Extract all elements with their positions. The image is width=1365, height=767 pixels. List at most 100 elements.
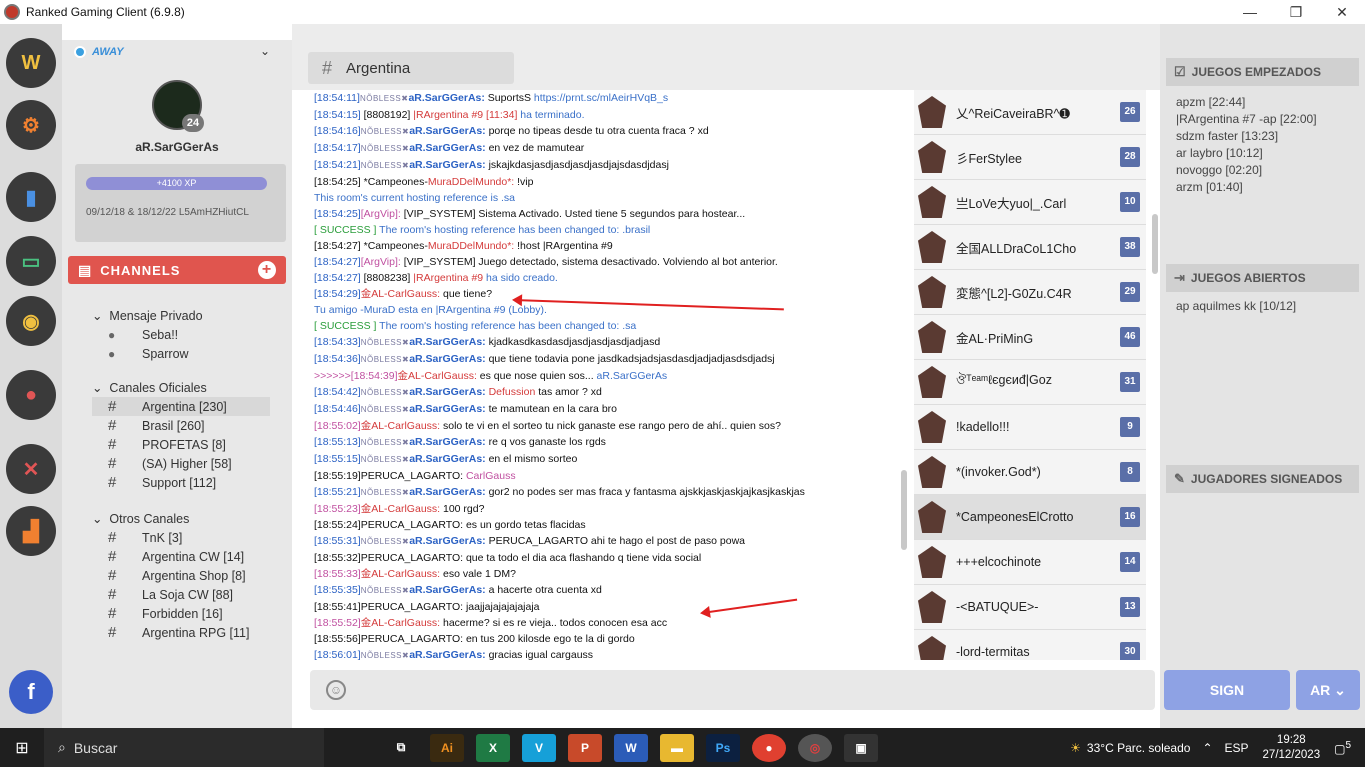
sign-button[interactable]: SIGN	[1164, 670, 1290, 710]
language-button[interactable]: AR ⌄	[1296, 670, 1360, 710]
warcraft-icon[interactable]: ▣	[844, 733, 878, 762]
user-row[interactable]: 乂^ReiCaveiraBR^➊ 26	[914, 90, 1146, 135]
chat-line: [18:54:11]NÕBLESS✖aR.SarGGerAs: SuportsS…	[310, 90, 906, 107]
user-row[interactable]: -lord-termitas 30	[914, 630, 1146, 660]
coins-icon[interactable]: ◉	[6, 296, 56, 346]
user-row[interactable]: *(invoker.God*) 8	[914, 450, 1146, 495]
private-item[interactable]: ● Sparrow	[92, 344, 203, 363]
channel-item[interactable]: # (SA) Higher [58]	[92, 454, 270, 473]
channel-item[interactable]: # Argentina Shop [8]	[92, 566, 249, 585]
user-row[interactable]: !kadello!!! 9	[914, 405, 1146, 450]
chevron-down-icon[interactable]: ⌄	[260, 44, 270, 58]
channel-item[interactable]: # TnK [3]	[92, 528, 249, 547]
maximize-button[interactable]: ❐	[1273, 0, 1319, 24]
input-language[interactable]: ESP	[1225, 741, 1249, 755]
chat-line: [18:54:25] *Campeones-MuraDDelMundo*: !v…	[310, 174, 906, 190]
windows-start-icon[interactable]: ⊞	[0, 728, 44, 767]
ranked-gaming-icon[interactable]: ◎	[798, 733, 832, 762]
status-selector[interactable]: AWAY	[74, 46, 124, 58]
user-list-scrollbar[interactable]	[1152, 214, 1158, 274]
channel-item[interactable]: # PROFETAS [8]	[92, 435, 270, 454]
user-row[interactable]: *CampeonesElCrotto 16	[914, 495, 1146, 540]
chat-line: [18:55:41]PERUCA_LAGARTO: jaajjajajajaja…	[310, 599, 906, 615]
channel-item[interactable]: # Argentina CW [14]	[92, 547, 249, 566]
folder-icon[interactable]: ▬	[660, 733, 694, 762]
chat-text: [8808192]	[360, 109, 414, 121]
group-official[interactable]: ⌄ Canales Oficiales	[92, 380, 270, 395]
chat-highlight: CarlGauss	[465, 470, 516, 482]
add-channel-button[interactable]: +	[258, 261, 276, 279]
game-item[interactable]: novoggo [02:20]	[1176, 162, 1317, 179]
vegas-icon[interactable]: V	[522, 733, 556, 762]
channel-item[interactable]: # Argentina RPG [11]	[92, 623, 249, 642]
channels-header[interactable]: ▤ CHANNELS +	[68, 256, 286, 284]
chat-scrollbar[interactable]	[901, 470, 907, 550]
user-row[interactable]: 亗LoVe大yuo|_.Carl 10	[914, 180, 1146, 225]
user-row[interactable]: -<BATUQUE>- 13	[914, 585, 1146, 630]
settings-icon[interactable]: ⚙	[6, 100, 56, 150]
console-icon[interactable]: ▭	[6, 236, 56, 286]
facebook-icon[interactable]: f	[9, 670, 53, 714]
chat-log[interactable]: [18:54:11]NÕBLESS✖aR.SarGGerAs: SuportsS…	[310, 90, 906, 660]
channel-item[interactable]: # Forbidden [16]	[92, 604, 249, 623]
user-row[interactable]: 全国ALLDraCoL1Cho 38	[914, 225, 1146, 270]
games-started-title: JUEGOS EMPEZADOS	[1191, 65, 1322, 79]
games-open-header[interactable]: ⇥ JUEGOS ABIERTOS	[1166, 264, 1359, 292]
word-icon[interactable]: W	[614, 733, 648, 762]
game-item[interactable]: |RArgentina #7 -ap [22:00]	[1176, 111, 1317, 128]
room-tab[interactable]: # Argentina	[308, 52, 514, 84]
game-item[interactable]: sdzm faster [13:23]	[1176, 128, 1317, 145]
channel-item[interactable]: # Argentina [230]	[92, 397, 270, 416]
close-button[interactable]: ✕	[1319, 0, 1365, 24]
photoshop-icon[interactable]: Ps	[706, 733, 740, 762]
chat-timestamp: [18:54:25]	[314, 176, 361, 188]
chat-line: [18:55:52]金AL-CarlGauss: hacerme? si es …	[310, 615, 906, 631]
clock[interactable]: 19:28 27/12/2023	[1263, 733, 1321, 763]
signed-players-title: JUGADORES SIGNEADOS	[1190, 472, 1343, 486]
user-row[interactable]: 変態^[L2]-G0Zu.C4R 29	[914, 270, 1146, 315]
signed-players-header[interactable]: ✎ JUGADORES SIGNEADOS	[1166, 465, 1359, 493]
game-item[interactable]: ap aquilmes kk [10/12]	[1176, 298, 1296, 315]
user-row[interactable]: 彡FerStylee 28	[914, 135, 1146, 180]
friends-icon[interactable]: ●	[6, 370, 56, 420]
swords-icon[interactable]: ✕	[6, 444, 56, 494]
user-row[interactable]: +++elcochinote 14	[914, 540, 1146, 585]
user-level-badge: 14	[1120, 552, 1140, 572]
group-other[interactable]: ⌄ Otros Canales	[92, 511, 249, 526]
powerpoint-icon[interactable]: P	[568, 733, 602, 762]
excel-icon[interactable]: X	[476, 733, 510, 762]
channel-item[interactable]: # Support [112]	[92, 473, 270, 492]
weather-label[interactable]: 33°C Parc. soleado	[1087, 741, 1191, 755]
emoji-icon[interactable]: ☺	[326, 680, 346, 700]
taskbar-search[interactable]: ⌕ Buscar	[44, 728, 324, 767]
chat-link: .brasil	[622, 224, 651, 236]
game-item[interactable]: apzm [22:44]	[1176, 94, 1317, 111]
user-list[interactable]: 乂^ReiCaveiraBR^➊ 26 彡FerStylee 28 亗LoVe大yuo|…	[914, 90, 1146, 660]
channel-label: TnK [3]	[142, 530, 183, 545]
user-row[interactable]: ঔᵀᵉᵃᵐℓєgєиđ|Goz 31	[914, 360, 1146, 405]
user-level-badge: 26	[1120, 102, 1140, 122]
chat-timestamp: [18:54:15]	[314, 109, 361, 121]
private-item[interactable]: ● Seba!!	[92, 325, 203, 344]
search-icon: ⌕	[58, 739, 66, 755]
wc3-icon[interactable]: W	[6, 38, 56, 88]
stats-icon[interactable]: ▮	[6, 172, 56, 222]
chrome-icon[interactable]: ●	[752, 733, 786, 762]
illustrator-icon[interactable]: Ai	[430, 733, 464, 762]
group-private[interactable]: ⌄ Mensaje Privado	[92, 308, 203, 323]
notifications-icon[interactable]: ▢5	[1334, 740, 1351, 756]
user-row[interactable]: 金AL·PriMinG 46	[914, 315, 1146, 360]
channel-item[interactable]: # Brasil [260]	[92, 416, 270, 435]
task-view-icon[interactable]: ⧉	[384, 734, 418, 762]
games-started-header[interactable]: ☑ JUEGOS EMPEZADOS	[1166, 58, 1359, 86]
channel-item[interactable]: # La Soja CW [88]	[92, 585, 249, 604]
user-level-badge: 38	[1120, 237, 1140, 257]
ranking-icon[interactable]: ▟	[6, 506, 56, 556]
minimize-button[interactable]: —	[1227, 0, 1273, 24]
message-input[interactable]: ☺	[310, 670, 1155, 710]
tray-chevron-icon[interactable]: ⌃	[1202, 741, 1212, 755]
chat-nick: aR.SarGGerAs:	[409, 584, 486, 596]
notification-count: 5	[1345, 739, 1351, 751]
game-item[interactable]: arzm [01:40]	[1176, 179, 1317, 196]
game-item[interactable]: ar laybro [10:12]	[1176, 145, 1317, 162]
